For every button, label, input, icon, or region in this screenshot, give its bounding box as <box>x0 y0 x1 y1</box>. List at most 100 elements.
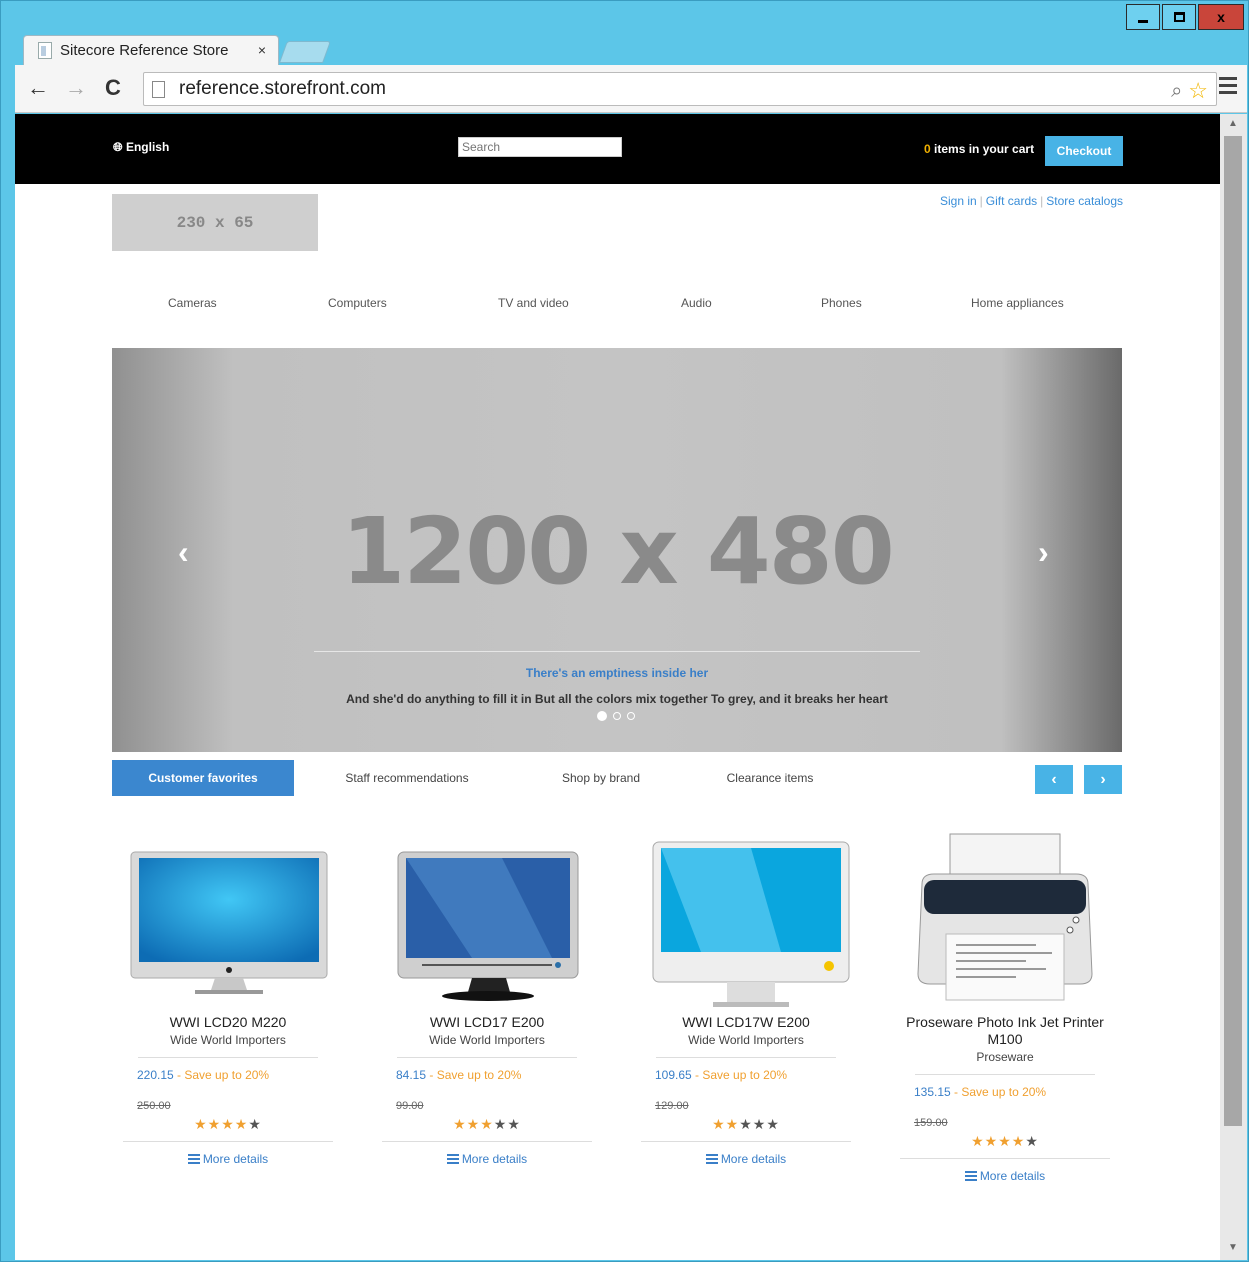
minimize-button[interactable] <box>1126 4 1160 30</box>
zoom-icon[interactable]: ⌕ <box>1171 80 1182 103</box>
forward-arrow-icon[interactable]: → <box>65 75 87 101</box>
price-row: 220.15 - Save up to 20% <box>137 1068 270 1082</box>
rating-stars: ★★★★★ <box>194 1116 262 1132</box>
list-icon <box>964 1171 977 1181</box>
page-icon <box>38 42 52 59</box>
minimize-icon <box>1138 19 1148 23</box>
save-label: Save up to 20% <box>961 1085 1047 1099</box>
product-price: 135.15 <box>914 1085 951 1099</box>
omnibox-actions: ⌕ ☆ <box>1171 78 1208 104</box>
close-window-button[interactable]: x <box>1198 4 1244 30</box>
old-price: 159.00 <box>914 1117 948 1129</box>
product-brand: Wide World Importers <box>170 1033 286 1047</box>
product-name[interactable]: WWI LCD17W E200 <box>641 1014 851 1031</box>
tab-shop-by-brand[interactable]: Shop by brand <box>546 760 656 796</box>
product-card: WWI LCD17W E200 Wide World Importers 109… <box>641 824 851 1166</box>
product-image[interactable] <box>641 824 851 1014</box>
product-name[interactable]: WWI LCD20 M220 <box>123 1014 333 1031</box>
save-label: Save up to 20% <box>702 1068 788 1082</box>
product-price: 109.65 <box>655 1068 692 1082</box>
page-viewport: 🌐︎ English 0 items in your cart Checkout… <box>15 114 1220 1260</box>
products-next-button[interactable]: › <box>1084 765 1122 794</box>
product-name[interactable]: WWI LCD17 E200 <box>382 1014 592 1031</box>
more-details-link[interactable]: More details <box>123 1152 333 1166</box>
top-links: Sign in | Gift cards | Store catalogs <box>939 194 1123 208</box>
product-brand: Wide World Importers <box>688 1033 804 1047</box>
divider <box>915 1074 1095 1075</box>
product-image[interactable] <box>123 824 333 1014</box>
scrollbar-thumb[interactable] <box>1224 136 1242 1126</box>
product-image[interactable] <box>382 824 592 1014</box>
url-text: reference.storefront.com <box>179 78 386 99</box>
new-tab-button[interactable] <box>278 41 332 63</box>
sign-in-link[interactable]: Sign in <box>940 194 977 208</box>
price-row: 109.65 - Save up to 20% <box>655 1068 788 1082</box>
price-row: 84.15 - Save up to 20% <box>396 1068 522 1082</box>
divider <box>656 1057 836 1058</box>
old-price: 129.00 <box>655 1100 689 1112</box>
product-brand: Proseware <box>976 1050 1034 1064</box>
tab-clearance-items[interactable]: Clearance items <box>712 760 828 796</box>
carousel-indicators <box>597 711 641 721</box>
tab-close-icon[interactable]: × <box>258 42 266 58</box>
nav-item-audio[interactable]: Audio <box>681 296 712 310</box>
carousel-prev-icon[interactable]: ‹ <box>178 534 189 571</box>
list-icon <box>187 1154 200 1164</box>
more-details-label: More details <box>202 1152 269 1166</box>
carousel-dot[interactable] <box>613 712 621 720</box>
product-card: WWI LCD20 M220 Wide World Importers 220.… <box>123 824 333 1166</box>
product-image[interactable] <box>900 824 1110 1014</box>
cart-summary[interactable]: 0 items in your cart <box>924 142 1034 156</box>
carousel-dot[interactable] <box>627 712 635 720</box>
products-prev-button[interactable]: ‹ <box>1035 765 1073 794</box>
back-arrow-icon[interactable]: ← <box>27 75 49 101</box>
product-name[interactable]: Proseware Photo Ink Jet Printer M100 <box>900 1014 1110 1048</box>
divider <box>138 1057 318 1058</box>
globe-icon: 🌐︎ <box>113 140 123 154</box>
more-details-link[interactable]: More details <box>900 1169 1110 1183</box>
hero-caption-title: There's an emptiness inside her <box>525 666 709 680</box>
old-price: 99.00 <box>396 1100 424 1112</box>
tab-customer-favorites[interactable]: Customer favorites <box>112 760 294 796</box>
hero-placeholder-text: 1200 x 480 <box>341 498 895 605</box>
caption-divider <box>314 651 920 652</box>
scroll-down-icon[interactable]: ▼ <box>1228 1242 1238 1253</box>
browser-tab[interactable]: Sitecore Reference Store × <box>23 35 279 65</box>
bookmark-star-icon[interactable]: ☆ <box>1188 78 1208 104</box>
page-icon <box>152 80 165 98</box>
nav-item-home-appliances[interactable]: Home appliances <box>971 296 1064 310</box>
nav-item-phones[interactable]: Phones <box>821 296 862 310</box>
more-details-link[interactable]: More details <box>382 1152 592 1166</box>
divider <box>123 1141 333 1142</box>
reload-icon[interactable]: C <box>105 75 121 101</box>
old-price: 250.00 <box>137 1100 171 1112</box>
top-bar: 🌐︎ English 0 items in your cart Checkout <box>15 114 1220 184</box>
logo-placeholder[interactable]: 230 x 65 <box>112 194 318 251</box>
hero-caption-text: And she'd do anything to fill it in But … <box>346 692 888 706</box>
browser-menu-icon[interactable] <box>1219 77 1237 98</box>
tab-staff-recommendations[interactable]: Staff recommendations <box>330 760 484 796</box>
vertical-scrollbar[interactable]: ▲ ▼ <box>1220 114 1247 1260</box>
language-selector[interactable]: 🌐︎ English <box>113 140 169 155</box>
nav-item-cameras[interactable]: Cameras <box>168 296 217 310</box>
more-details-label: More details <box>720 1152 787 1166</box>
scroll-up-icon[interactable]: ▲ <box>1228 118 1238 129</box>
gift-cards-link[interactable]: Gift cards <box>986 194 1037 208</box>
more-details-label: More details <box>461 1152 528 1166</box>
more-details-link[interactable]: More details <box>641 1152 851 1166</box>
nav-item-tv-and-video[interactable]: TV and video <box>498 296 569 310</box>
hero-carousel: 1200 x 480 ‹ › There's an emptiness insi… <box>112 348 1122 752</box>
checkout-button[interactable]: Checkout <box>1045 136 1123 166</box>
carousel-next-icon[interactable]: › <box>1038 534 1049 571</box>
address-bar[interactable]: reference.storefront.com ⌕ ☆ <box>143 72 1217 106</box>
save-label: Save up to 20% <box>436 1068 522 1082</box>
window-controls: x <box>1124 4 1244 30</box>
store-catalogs-link[interactable]: Store catalogs <box>1046 194 1123 208</box>
list-icon <box>705 1154 718 1164</box>
search-input[interactable] <box>458 137 622 157</box>
nav-item-computers[interactable]: Computers <box>328 296 387 310</box>
maximize-button[interactable] <box>1162 4 1196 30</box>
carousel-dot[interactable] <box>597 711 607 721</box>
list-icon <box>446 1154 459 1164</box>
browser-window: x Sitecore Reference Store × ← → C refer… <box>0 0 1249 1262</box>
